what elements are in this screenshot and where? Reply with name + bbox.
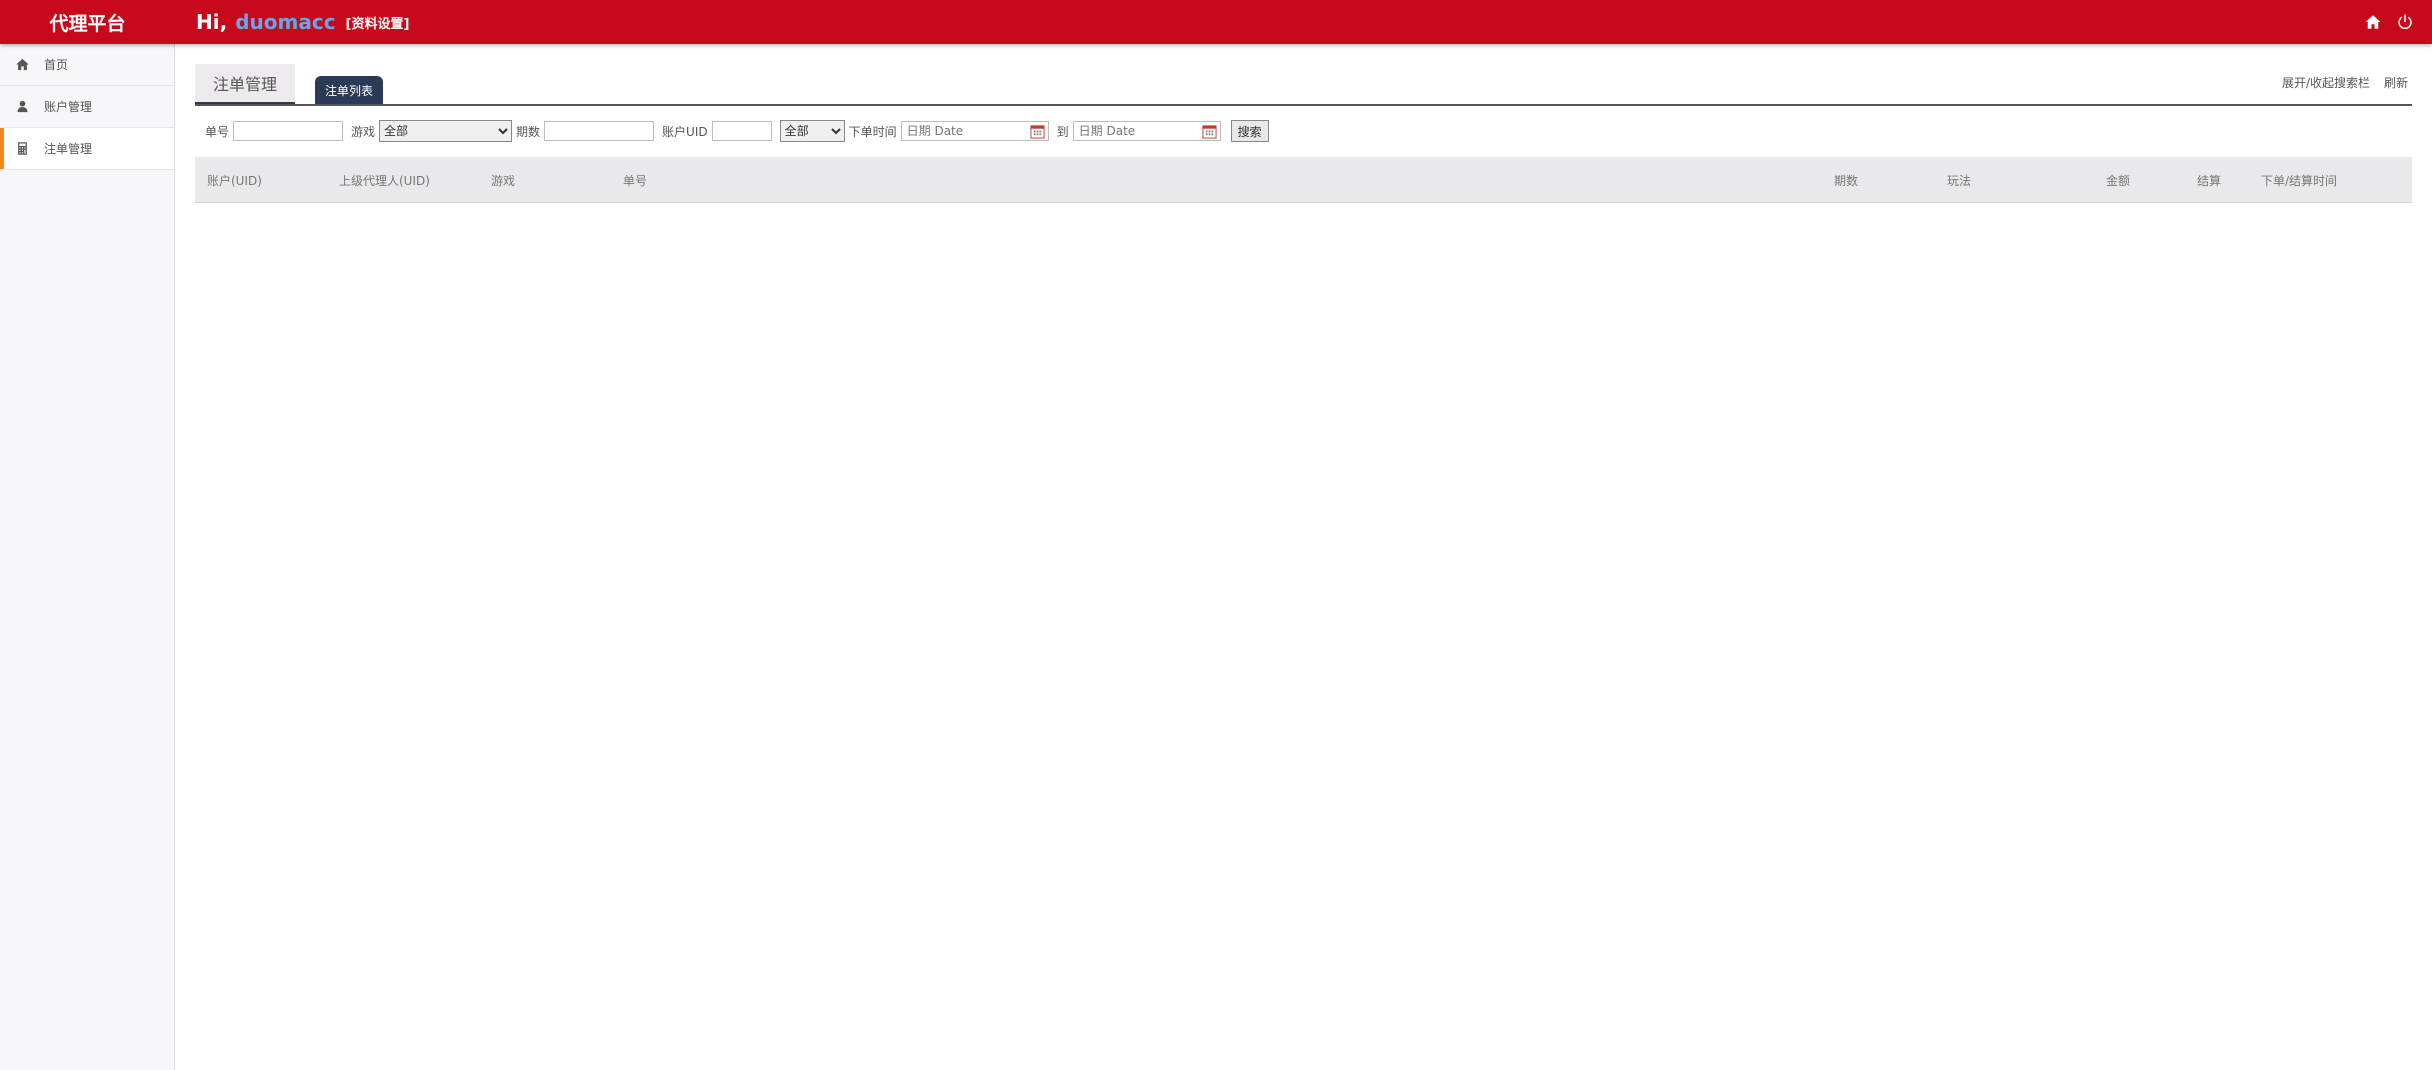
greeting-text: Hi, [196, 10, 228, 34]
greeting: Hi, duomacc [资料设置] [196, 0, 409, 44]
calculator-icon [0, 141, 44, 156]
column-header: 下单/结算时间 [2261, 174, 2338, 188]
filter-bar: 单号 游戏 全部 期数 账户UID 全部 下单时间 到 [205, 119, 1269, 143]
column-header: 游戏 [491, 174, 516, 188]
column-header: 结算 [2197, 174, 2222, 188]
end-date-input[interactable] [1072, 121, 1221, 141]
start-date-input[interactable] [900, 121, 1049, 141]
page-title: 注单管理 [195, 64, 295, 104]
sidebar-item-label: 注单管理 [44, 142, 93, 156]
period-input[interactable] [544, 121, 655, 141]
power-icon[interactable] [2396, 13, 2414, 31]
column-header: 期数 [1834, 174, 1859, 188]
search-button[interactable]: 搜索 [1230, 120, 1269, 142]
home-icon[interactable] [2364, 13, 2382, 31]
sidebar-item-orders[interactable]: 注单管理 [0, 128, 174, 170]
column-header: 上级代理人(UID) [339, 174, 430, 188]
calendar-icon[interactable] [1030, 124, 1045, 139]
tab-actions: 展开/收起搜索栏 刷新 [2282, 74, 2408, 91]
column-header: 金额 [2106, 174, 2131, 188]
sidebar-item-label: 账户管理 [44, 100, 93, 114]
end-date-picker [1072, 121, 1221, 141]
refresh-link[interactable]: 刷新 [2384, 74, 2408, 91]
uid-label: 账户UID [662, 124, 708, 139]
sidebar-item-label: 首页 [44, 58, 69, 72]
status-select[interactable]: 全部 [779, 120, 845, 142]
user-icon [0, 99, 44, 114]
order-no-input[interactable] [233, 121, 344, 141]
column-header: 单号 [623, 174, 648, 188]
toggle-search-link[interactable]: 展开/收起搜索栏 [2282, 74, 2370, 91]
table-header: 账户(UID) 上级代理人(UID) 游戏 单号 期数 玩法 金额 结算 下单/… [195, 157, 2412, 203]
start-date-picker [900, 121, 1049, 141]
profile-settings-link[interactable]: [资料设置] [346, 13, 410, 32]
sidebar-item-home[interactable]: 首页 [0, 44, 174, 86]
order-no-label: 单号 [205, 124, 230, 139]
calendar-icon[interactable] [1202, 124, 1217, 139]
top-icons [2364, 0, 2414, 44]
username: duomacc [235, 10, 336, 34]
sidebar-item-accounts[interactable]: 账户管理 [0, 86, 174, 128]
main-content: 注单管理 注单列表 展开/收起搜索栏 刷新 单号 游戏 全部 期数 账户UID … [195, 44, 2412, 1070]
column-header: 玩法 [1947, 174, 1972, 188]
game-select[interactable]: 全部 [379, 120, 513, 142]
top-bar: 代理平台 Hi, duomacc [资料设置] [0, 0, 2432, 44]
to-label: 到 [1056, 124, 1069, 139]
order-time-label: 下单时间 [848, 124, 897, 139]
tabs-row: 注单管理 注单列表 展开/收起搜索栏 刷新 [195, 64, 2412, 106]
brand-title: 代理平台 [49, 12, 126, 35]
home-icon [0, 57, 44, 72]
game-label: 游戏 [351, 124, 376, 139]
tab-order-list[interactable]: 注单列表 [315, 76, 383, 104]
uid-input[interactable] [711, 121, 772, 141]
column-header: 账户(UID) [207, 174, 262, 188]
period-label: 期数 [516, 124, 541, 139]
sidebar: 首页 账户管理 注单管理 [0, 44, 175, 1070]
